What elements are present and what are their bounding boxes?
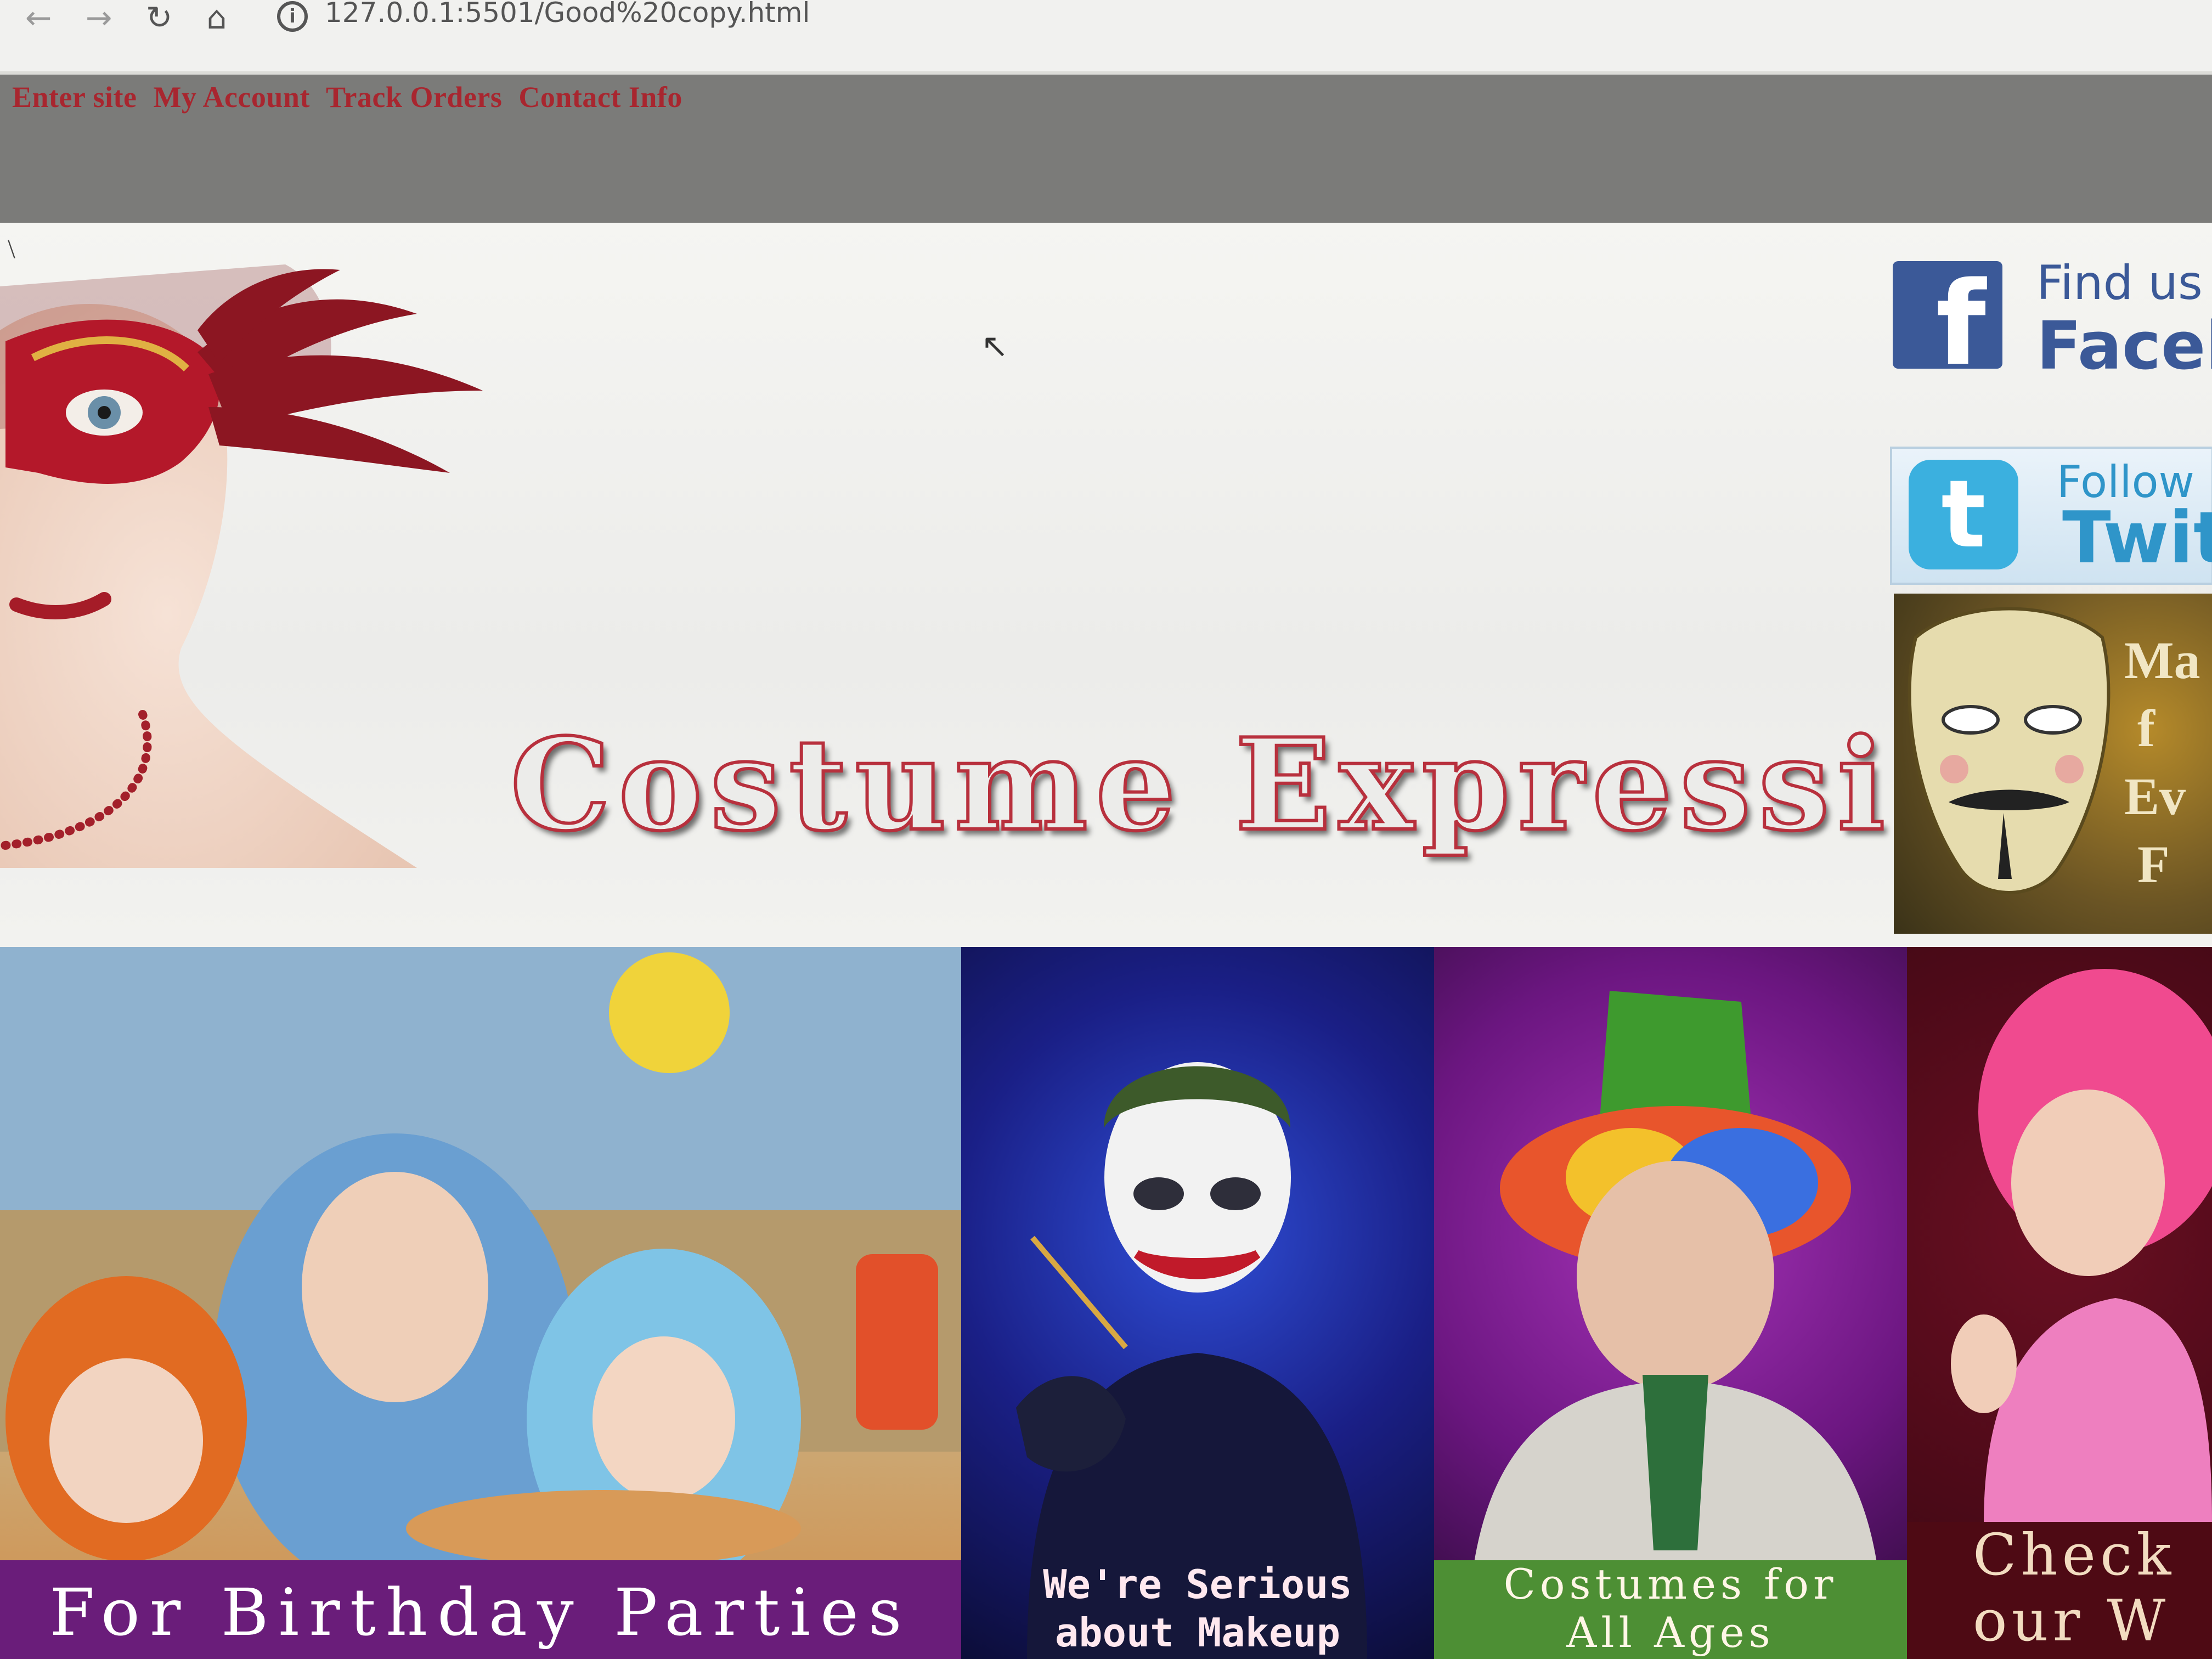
- caption-birthday-parties: For Birthday Parties: [0, 1560, 961, 1659]
- nav-link-contact-info[interactable]: Contact Info: [518, 81, 682, 114]
- category-gallery: For Birthday Parties We're Serious about…: [0, 947, 2212, 1659]
- twitter-line2: Twit: [2062, 496, 2212, 579]
- site-info-icon[interactable]: i: [277, 1, 308, 32]
- joker-makeup-image: [1016, 1062, 1367, 1659]
- makeup-panel[interactable]: We're Serious about Makeup: [961, 947, 1434, 1659]
- all-ages-panel[interactable]: Costumes for All Ages: [1434, 947, 1907, 1659]
- caption-check-out: Check our W: [1907, 1522, 2212, 1659]
- check-out-panel[interactable]: Check our W: [1907, 947, 2212, 1659]
- stray-character: \: [8, 233, 15, 264]
- caption-all-ages: Costumes for All Ages: [1434, 1560, 1907, 1659]
- nav-link-enter-site[interactable]: Enter site: [12, 81, 137, 114]
- mask-promo-text: Ma f Ev F: [2124, 631, 2200, 894]
- home-icon[interactable]: ⌂: [195, 0, 239, 38]
- nav-link-track-orders[interactable]: Track Orders: [326, 81, 502, 114]
- back-icon[interactable]: ←: [16, 0, 60, 38]
- top-links: Enter site My Account Track Orders Conta…: [12, 80, 691, 114]
- mask-promo-banner[interactable]: Ma f Ev F: [1894, 594, 2212, 934]
- masquerade-woman-image: [0, 264, 483, 868]
- facebook-icon: f: [1893, 261, 2002, 369]
- birthday-parties-panel[interactable]: For Birthday Parties: [0, 947, 961, 1659]
- address-bar[interactable]: 127.0.0.1:5501/Good%20copy.html: [325, 0, 810, 29]
- facebook-line2: Faceb: [2036, 308, 2212, 385]
- top-nav-bar: Enter site My Account Track Orders Conta…: [0, 75, 2212, 223]
- site-header: \ Costume Expressions f Find us o Faceb: [0, 223, 2212, 947]
- reload-icon[interactable]: ↻: [137, 0, 181, 38]
- facebook-line1: Find us o: [2036, 256, 2212, 311]
- mouse-cursor-icon: ↖: [981, 327, 1009, 365]
- caption-makeup: We're Serious about Makeup: [1043, 1561, 1352, 1656]
- facebook-link[interactable]: f Find us o Faceb: [1893, 256, 2212, 387]
- guy-fawkes-mask-icon: [1908, 607, 2111, 894]
- twitter-link[interactable]: t Follow Twit: [1890, 447, 2212, 585]
- clown-costume-image: [1467, 991, 1884, 1659]
- nav-link-my-account[interactable]: My Account: [153, 81, 309, 114]
- browser-toolbar: ← → ↻ ⌂ i 127.0.0.1:5501/Good%20copy.htm…: [0, 0, 2212, 75]
- twitter-icon: t: [1909, 460, 2018, 569]
- forward-icon[interactable]: →: [77, 0, 121, 38]
- family-in-costumes-image: [0, 947, 961, 1594]
